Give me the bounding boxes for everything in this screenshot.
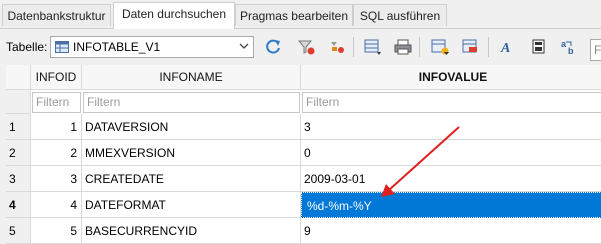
svg-text:a: a <box>561 39 567 49</box>
set-as-null-icon <box>532 39 545 54</box>
table-cell-infoid[interactable]: 3 <box>31 166 82 192</box>
new-record-button[interactable] <box>429 37 451 57</box>
row-header[interactable]: 1 <box>6 114 31 140</box>
browse-toolbar: Tabelle: INFOTABLE_V1 A a b F <box>0 29 601 65</box>
tab-datenbankstruktur[interactable]: Datenbankstruktur <box>2 4 111 26</box>
row-header[interactable]: 2 <box>6 140 31 166</box>
table-cell-infoname[interactable]: CREATEDATE <box>82 166 301 192</box>
table-cell-infoname[interactable]: MMEXVERSION <box>82 140 301 166</box>
table-cell-infoname[interactable]: BASECURRENCYID <box>82 218 301 244</box>
tab-sql-ausfuehren[interactable]: SQL ausführen <box>353 4 447 26</box>
filter-input-infoid[interactable]: Filtern <box>32 92 81 113</box>
column-header-infoname[interactable]: INFONAME <box>82 65 301 90</box>
chevron-down-icon <box>239 43 249 49</box>
tab-bar: Datenbankstruktur Daten durchsuchen Prag… <box>0 0 601 29</box>
print-button[interactable] <box>392 37 414 57</box>
table-cell-infoid[interactable]: 2 <box>31 140 82 166</box>
clear-filter-icon <box>297 40 315 55</box>
print-icon <box>394 39 412 55</box>
table-select-value: INFOTABLE_V1 <box>73 40 161 54</box>
column-header-infovalue[interactable]: INFOVALUE <box>301 65 601 90</box>
filter-input-infovalue[interactable]: Filtern <box>302 92 601 113</box>
clear-filters-button[interactable] <box>295 37 317 57</box>
table-cell-infoname[interactable]: DATEFORMAT <box>82 192 301 218</box>
toolbar-separator <box>419 37 420 57</box>
set-as-null-button[interactable] <box>528 37 550 57</box>
toolbar-separator <box>353 37 354 57</box>
find-replace-icon: a b <box>561 39 574 56</box>
selected-cell-infovalue[interactable]: %d-%m-%Y <box>301 192 601 218</box>
filter-row-header <box>6 90 31 114</box>
save-table-icon <box>364 39 381 55</box>
global-filter-input[interactable]: Fi <box>590 39 601 61</box>
table-cell-infoid[interactable]: 5 <box>31 218 82 244</box>
save-table-button[interactable] <box>362 37 384 57</box>
svg-text:b: b <box>568 46 574 56</box>
clear-sorting-button[interactable] <box>326 37 348 57</box>
clear-sort-icon <box>331 42 344 53</box>
refresh-icon <box>266 39 280 54</box>
table-cell-infoid[interactable]: 1 <box>31 114 82 140</box>
find-replace-button[interactable]: a b <box>558 37 580 57</box>
table-label: Tabelle: <box>6 40 48 54</box>
row-header-current[interactable]: 4 <box>6 192 31 218</box>
table-cell-infoname[interactable]: DATAVERSION <box>82 114 301 140</box>
global-filter-placeholder: Fi <box>594 43 601 57</box>
filter-input-infoname[interactable]: Filtern <box>83 92 300 113</box>
table-cell-infoid[interactable]: 4 <box>31 192 82 218</box>
delete-record-icon <box>462 39 477 53</box>
toolbar-separator <box>488 37 489 57</box>
svg-text:A: A <box>500 41 510 56</box>
table-cell-infovalue[interactable]: 0 <box>301 140 601 166</box>
font-icon: A <box>500 41 510 56</box>
tab-pragmas-bearbeiten[interactable]: Pragmas bearbeiten <box>235 4 353 26</box>
column-header-infoid[interactable]: INFOID <box>31 65 82 90</box>
table-cell-infovalue[interactable]: 3 <box>301 114 601 140</box>
table-select[interactable]: INFOTABLE_V1 <box>50 36 254 58</box>
row-header[interactable]: 3 <box>6 166 31 192</box>
corner-header[interactable] <box>6 65 31 90</box>
table-cell-infovalue[interactable]: 2009-03-01 <box>301 166 601 192</box>
data-grid: INFOID INFONAME INFOVALUE Filtern Filter… <box>6 65 601 244</box>
table-icon <box>55 41 69 53</box>
row-header[interactable]: 5 <box>6 218 31 244</box>
delete-record-button[interactable] <box>460 37 482 57</box>
tab-daten-durchsuchen[interactable]: Daten durchsuchen <box>113 2 235 29</box>
font-button[interactable]: A <box>497 37 519 57</box>
table-cell-infovalue[interactable]: 9 <box>301 218 601 244</box>
refresh-button[interactable] <box>262 37 284 57</box>
new-record-icon <box>431 39 449 55</box>
